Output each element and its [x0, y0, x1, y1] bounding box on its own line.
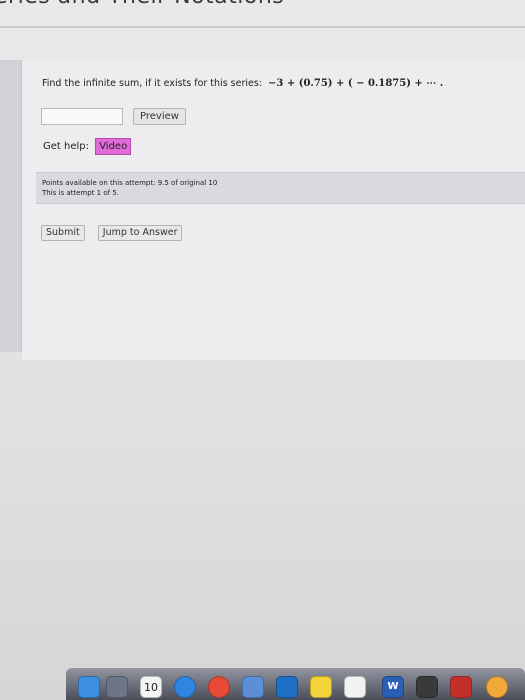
heading-divider [0, 26, 525, 28]
get-help-label: Get help: [43, 141, 89, 152]
finder-icon[interactable] [78, 676, 100, 698]
action-buttons: Submit Jump to Answer [41, 220, 190, 241]
question-text: Find the infinite sum, if it exists for … [42, 78, 443, 89]
photos-icon[interactable] [486, 676, 508, 698]
attempt-info-box: Points available on this attempt: 9.5 of… [36, 172, 525, 204]
question-prompt: Find the infinite sum, if it exists for … [42, 78, 262, 89]
preview-button[interactable]: Preview [133, 108, 186, 125]
get-help-row: Get help: Video [43, 138, 132, 155]
answer-input[interactable] [41, 108, 123, 125]
left-sidebar-strip [0, 60, 22, 352]
safari-icon[interactable] [174, 676, 196, 698]
question-panel [22, 60, 525, 360]
chrome-icon[interactable] [208, 676, 230, 698]
points-available-text: Points available on this attempt: 9.5 of… [42, 179, 218, 187]
word-icon-label: W [387, 681, 399, 692]
outlook-icon[interactable] [276, 676, 298, 698]
reminders-icon[interactable] [344, 676, 366, 698]
calendar-day: 10 [144, 681, 158, 694]
page-heading: eries and Their Notations [0, 0, 284, 9]
submit-button[interactable]: Submit [41, 225, 85, 241]
series-expression: −3 + (0.75) + ( − 0.1875) + ⋯ . [268, 78, 444, 89]
launchpad-icon[interactable] [106, 676, 128, 698]
jump-to-answer-button[interactable]: Jump to Answer [97, 225, 183, 241]
notes-icon[interactable] [310, 676, 332, 698]
app-icon[interactable] [416, 676, 438, 698]
preview-icon[interactable] [242, 676, 264, 698]
attempt-count-text: This is attempt 1 of 5. [42, 189, 119, 197]
video-help-button[interactable]: Video [95, 138, 132, 155]
photo-booth-icon[interactable] [450, 676, 472, 698]
